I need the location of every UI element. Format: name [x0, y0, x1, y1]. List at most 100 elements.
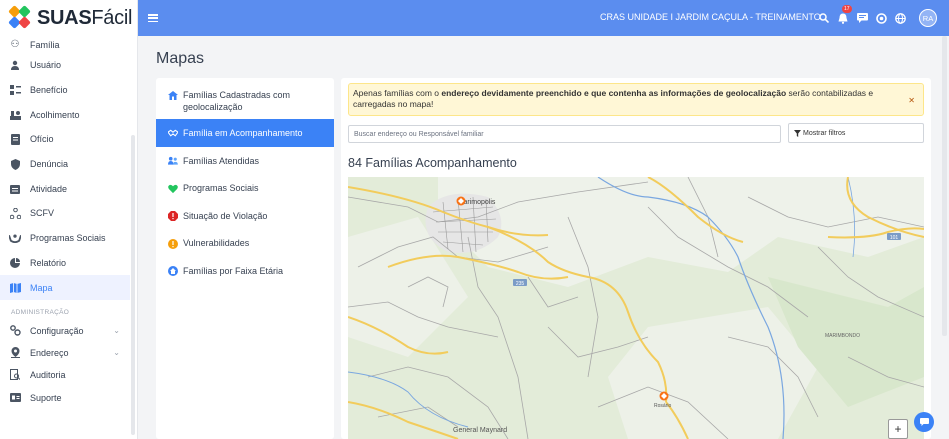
sidebar-item-relatorio[interactable]: Relatório: [0, 251, 130, 276]
sidebar-item-label: Auditoria: [30, 369, 66, 380]
header-icons: 17 RA: [816, 5, 937, 27]
family-marker-icon: [456, 196, 466, 206]
sidebar-item-label: SCFV: [30, 208, 55, 219]
heart-icon: [168, 184, 178, 194]
sidebar-item-label: Benefício: [30, 85, 68, 96]
sidebar-item-denuncia[interactable]: Denúncia: [0, 152, 130, 177]
warning-icon: [168, 238, 178, 249]
network-icon: [9, 207, 21, 219]
brand-logo[interactable]: SUASFácil: [0, 0, 137, 36]
user-icon: [9, 59, 21, 71]
map-panel: Apenas famílias com o endereço devidamen…: [341, 78, 931, 439]
chevron-down-icon: ⌄: [113, 326, 120, 336]
menu-toggle-icon[interactable]: [148, 14, 158, 22]
reception-icon: [9, 109, 21, 121]
sidebar-item-label: Família: [30, 40, 60, 50]
road-shield-label: 101: [890, 235, 899, 241]
notification-badge: 17: [842, 5, 852, 13]
menu-familias-cadastradas[interactable]: Famílias Cadastradas com geolocalização: [156, 83, 334, 119]
menu-familia-acompanhamento[interactable]: Família em Acompanhamento: [156, 119, 334, 147]
handshake-icon: [168, 129, 178, 139]
map-town-label: Rosário: [654, 403, 671, 409]
search-input[interactable]: Buscar endereço ou Responsável familiar: [348, 125, 781, 143]
sidebar-item-mapa[interactable]: Mapa: [0, 275, 130, 300]
menu-item-label: Famílias Atendidas: [183, 155, 260, 166]
search-icon[interactable]: [816, 9, 832, 27]
globe-icon[interactable]: [892, 9, 908, 27]
filter-icon: [794, 129, 801, 137]
sidebar-item-label: Ofício: [30, 134, 54, 145]
menu-vulnerabilidades[interactable]: Vulnerabilidades: [156, 230, 334, 258]
alert-text-prefix: Apenas famílias com o: [353, 88, 442, 98]
sidebar-item-label: Denúncia: [30, 159, 69, 170]
sidebar-item-label: Programas Sociais: [30, 233, 106, 244]
chart-icon: [9, 257, 21, 269]
sidebar: SUASFácil ⚇ Família Usuário Benefício Ac…: [0, 0, 138, 439]
sidebar-scrollbar[interactable]: [131, 135, 135, 435]
sidebar-item-atividade[interactable]: Atividade: [0, 176, 130, 201]
logo-icon: [8, 5, 32, 30]
map-region-label: MARIMBONDO: [825, 333, 860, 339]
page-scrollbar[interactable]: [942, 36, 947, 336]
sidebar-item-label: Relatório: [30, 257, 67, 268]
family-icon: ⚇: [10, 38, 20, 50]
map-layer-menu: Famílias Cadastradas com geolocalização …: [156, 78, 334, 439]
zoom-in-button[interactable]: +: [888, 419, 908, 439]
sidebar-item-label: Endereço: [30, 347, 69, 358]
section-administracao: ADMINISTRAÇÃO: [11, 308, 70, 316]
sidebar-item-oficio[interactable]: Ofício: [0, 127, 130, 152]
show-filters-button[interactable]: Mostrar filtros: [788, 123, 924, 143]
menu-item-label: Famílias Cadastradas com geolocalização: [183, 90, 291, 112]
map-icon: [9, 282, 21, 294]
chat-fab-button[interactable]: [914, 412, 934, 432]
sidebar-item-auditoria[interactable]: Auditoria: [0, 364, 130, 386]
sidebar-item-suporte[interactable]: Suporte: [0, 386, 130, 410]
calendar-icon: [9, 183, 21, 195]
menu-situacao-violacao[interactable]: Situação de Violação: [156, 202, 334, 230]
sidebar-item-configuracao[interactable]: Configuração ⌄: [0, 320, 130, 342]
map-canvas: 235 101 Jarimopolis General Maynard Rosá…: [348, 177, 924, 439]
sidebar-item-familia[interactable]: ⚇ Família: [0, 36, 130, 53]
menu-item-label: Vulnerabilidades: [183, 238, 250, 249]
sidebar-item-scfv[interactable]: SCFV: [0, 201, 130, 226]
message-icon: [919, 418, 929, 426]
sidebar-item-usuario[interactable]: Usuário: [0, 53, 130, 78]
menu-item-label: Família em Acompanhamento: [183, 128, 303, 138]
benefit-icon: [9, 84, 21, 96]
hands-icon: [9, 232, 21, 244]
road-shield-label: 235: [516, 281, 525, 287]
avatar[interactable]: RA: [919, 9, 937, 27]
sidebar-item-label: Usuário: [30, 60, 62, 71]
home-icon: [168, 266, 178, 277]
menu-familias-atendidas[interactable]: Famílias Atendidas: [156, 147, 334, 175]
sidebar-item-programas-sociais[interactable]: Programas Sociais: [0, 226, 130, 251]
menu-item-label: Situação de Violação: [183, 210, 268, 221]
unit-name[interactable]: CRAS UNIDADE I JARDIM CAÇULA - TREINAMEN…: [600, 12, 821, 22]
alert-icon: [168, 211, 178, 222]
support-icon: [9, 392, 21, 404]
menu-programas-sociais[interactable]: Programas Sociais: [156, 175, 334, 203]
audit-icon: [9, 369, 21, 381]
menu-item-label: Famílias por Faixa Etária: [183, 265, 284, 276]
map-view[interactable]: 235 101 Jarimopolis General Maynard Rosá…: [348, 177, 924, 439]
help-icon[interactable]: [873, 9, 889, 27]
families-count: 84 Famílias Acompanhamento: [348, 156, 517, 170]
bell-icon[interactable]: 17: [835, 5, 852, 27]
sidebar-item-acolhimento[interactable]: Acolhimento: [0, 102, 130, 127]
close-icon[interactable]: ✕: [908, 95, 915, 106]
top-bar: CRAS UNIDADE I JARDIM CAÇULA - TREINAMEN…: [138, 0, 949, 36]
sidebar-item-label: Configuração: [30, 325, 84, 336]
filter-button-label: Mostrar filtros: [803, 129, 846, 137]
sidebar-item-endereco[interactable]: Endereço ⌄: [0, 342, 130, 364]
sidebar-item-label: Mapa: [30, 282, 53, 293]
sidebar-item-label: Acolhimento: [30, 109, 80, 120]
menu-faixa-etaria[interactable]: Famílias por Faixa Etária: [156, 257, 334, 285]
sidebar-item-label: Atividade: [30, 183, 68, 194]
sidebar-item-beneficio[interactable]: Benefício: [0, 78, 130, 103]
alert-text-bold: endereço devidamente preenchido e que co…: [441, 88, 787, 98]
house-icon: [168, 90, 178, 100]
chat-icon[interactable]: [854, 9, 870, 27]
chevron-down-icon: ⌄: [113, 348, 120, 358]
shield-icon: [9, 158, 21, 170]
gears-icon: [9, 325, 21, 337]
